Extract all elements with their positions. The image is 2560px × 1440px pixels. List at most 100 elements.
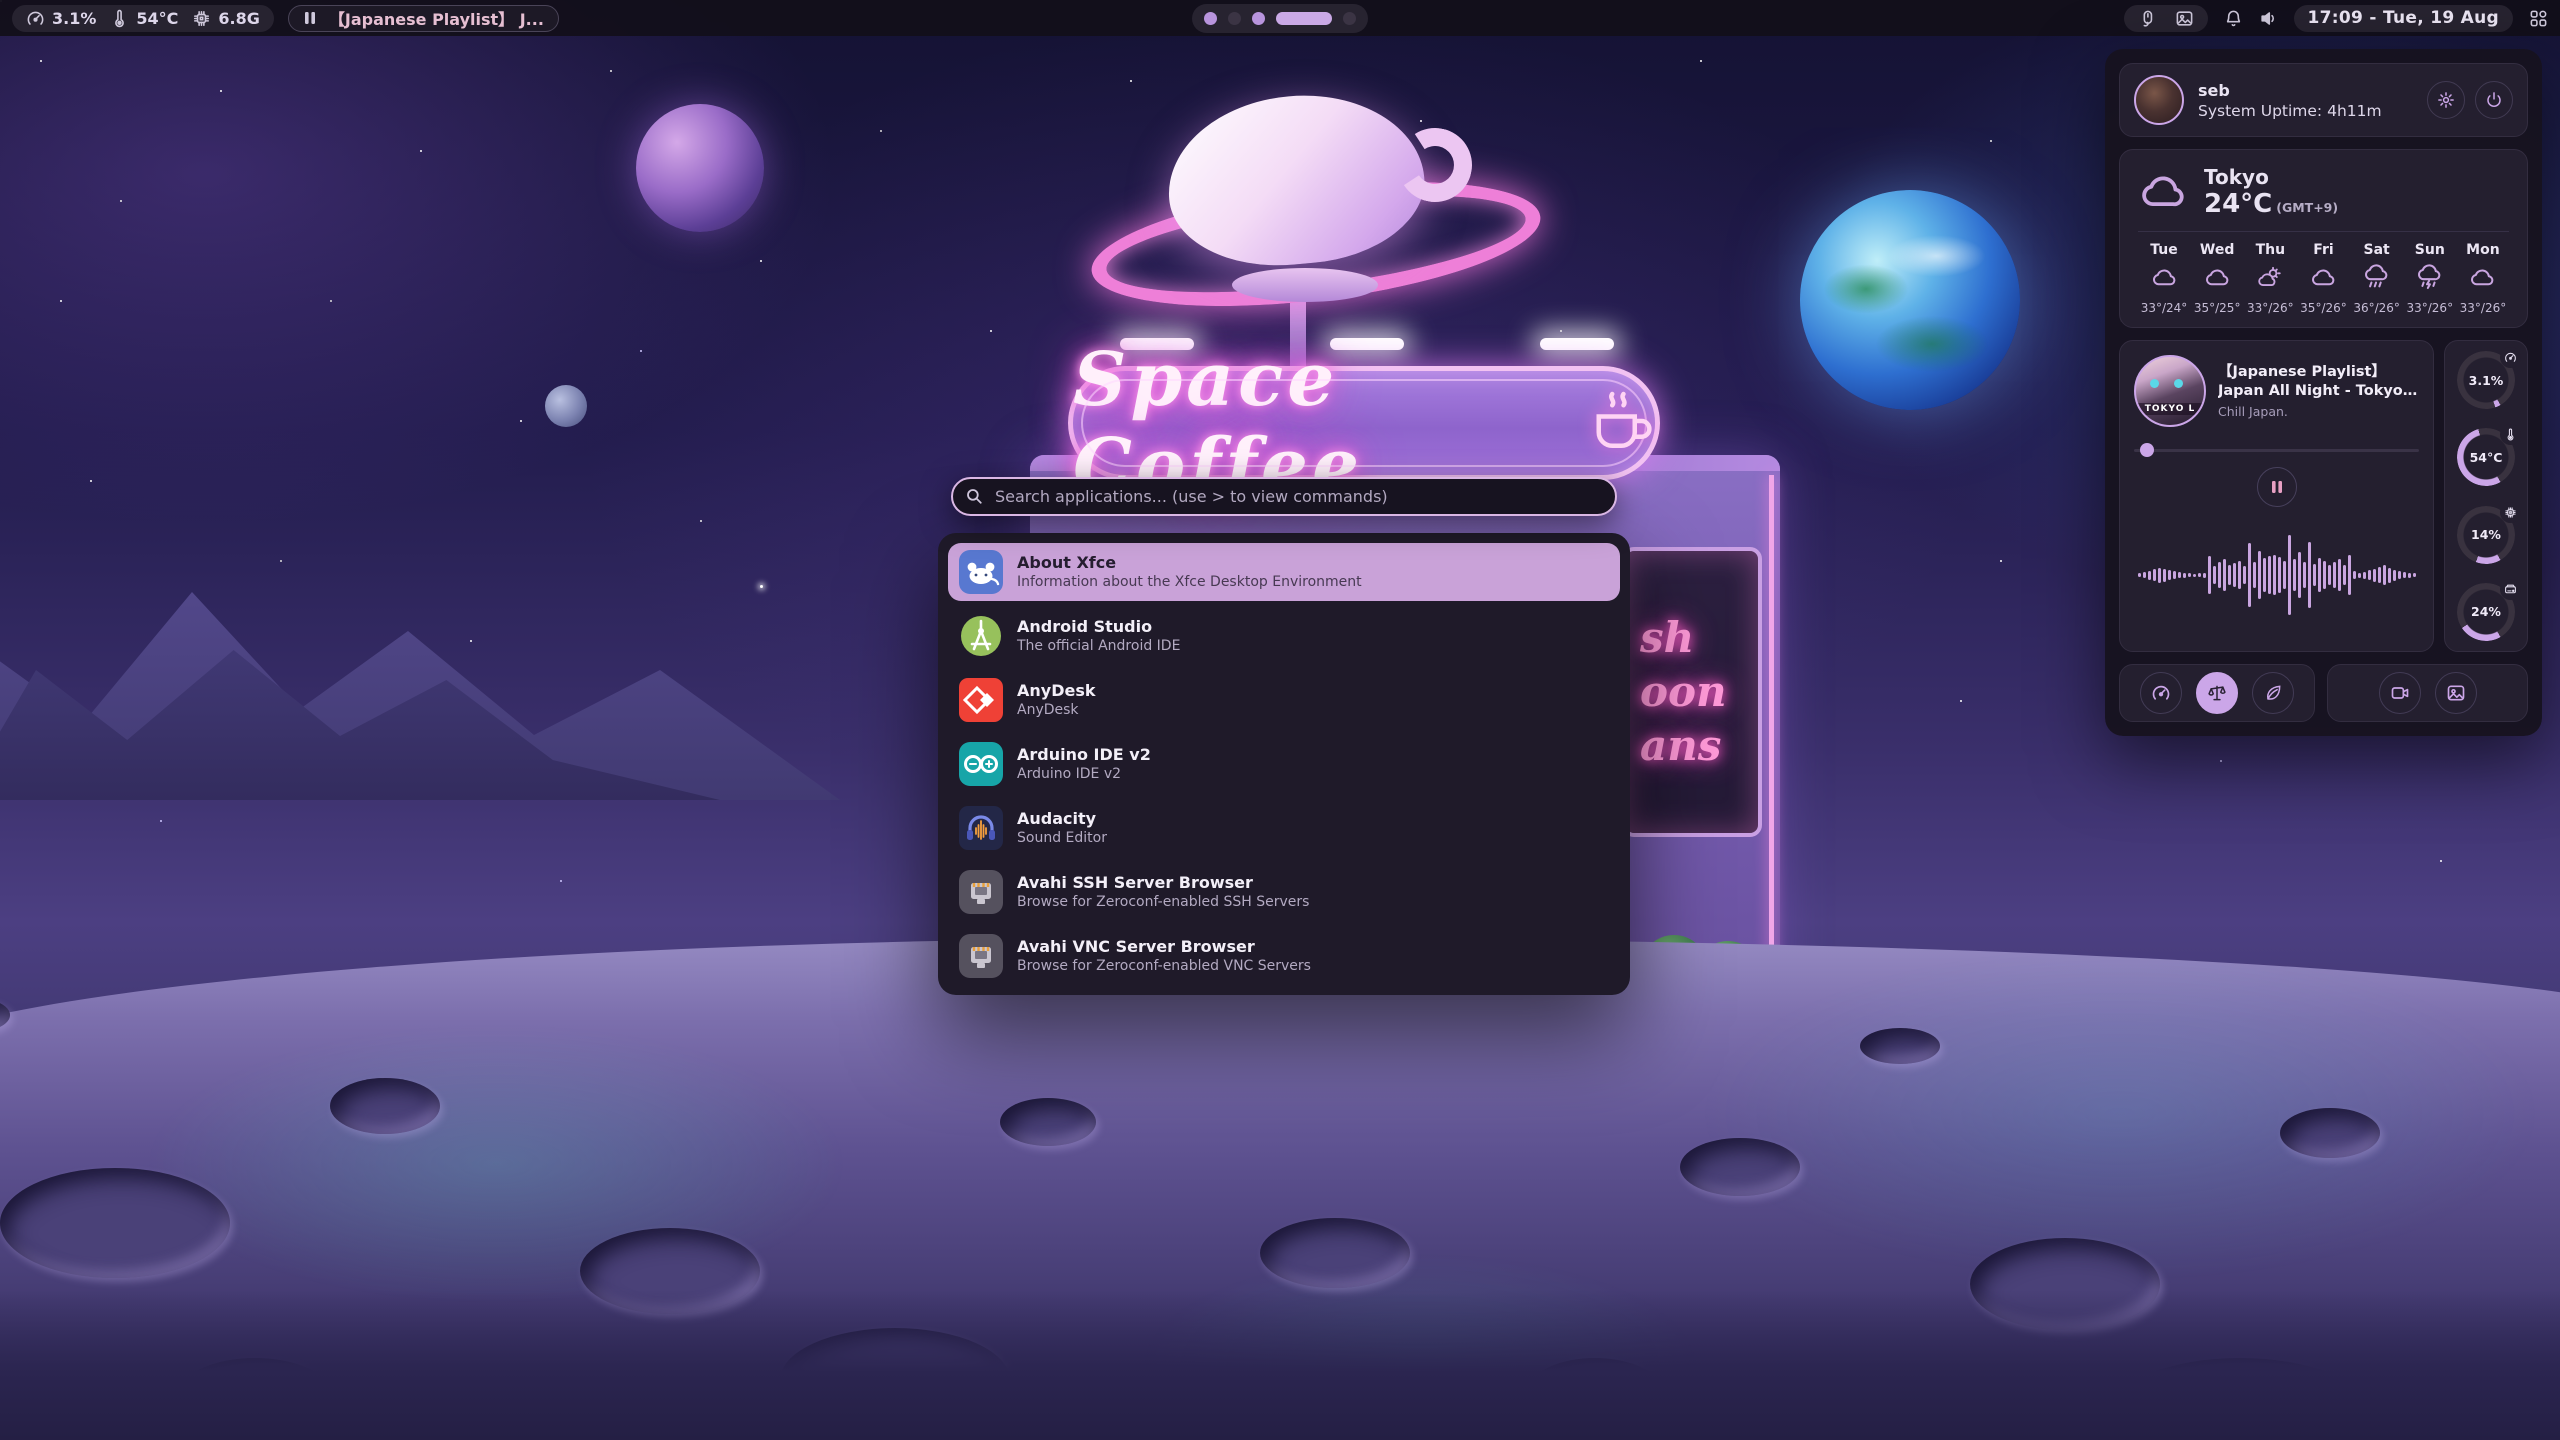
arduino-icon (959, 742, 1003, 786)
workspace-dot[interactable] (1276, 12, 1332, 25)
forecast-temps: 33°/26° (2460, 301, 2507, 315)
network-icon (959, 870, 1003, 914)
visualizer-bar (2388, 568, 2391, 583)
visualizer-bar (2333, 562, 2336, 588)
app-result-row[interactable]: Avahi VNC Server Browser Browse for Zero… (948, 927, 1620, 985)
video-icon[interactable] (2379, 672, 2421, 714)
settings-gear-button[interactable] (2427, 81, 2465, 119)
search-input[interactable] (951, 477, 1617, 516)
crater (2280, 1108, 2380, 1158)
visualizer-bar (2383, 565, 2386, 585)
app-result-row[interactable]: AnyDesk AnyDesk (948, 671, 1620, 729)
visualizer-bar (2278, 557, 2281, 593)
visualizer-bar (2153, 569, 2156, 581)
visualizer-bar (2408, 573, 2411, 578)
app-result-row[interactable]: About Xfce Information about the Xfce De… (948, 543, 1620, 601)
app-grid-icon[interactable] (2529, 9, 2548, 28)
clock[interactable]: 17:09 - Tue, 19 Aug (2294, 5, 2513, 32)
crater (1260, 1218, 1410, 1288)
visualizer-bar (2338, 559, 2341, 591)
cloud-icon (2204, 264, 2231, 295)
scales-icon[interactable] (2196, 672, 2238, 714)
speedometer-icon[interactable] (2140, 672, 2182, 714)
app-result-row[interactable]: Avahi SSH Server Browser Browse for Zero… (948, 863, 1620, 921)
track-artist: Chill Japan. (2218, 404, 2419, 419)
forecast-day-label: Mon (2466, 242, 2500, 258)
visualizer-bar (2168, 570, 2171, 580)
stat-item: 3.1% (26, 9, 96, 28)
visualizer-bar (2378, 567, 2381, 583)
now-playing-widget[interactable]: 【Japanese Playlist】 J... (288, 5, 559, 32)
search-results-list: About Xfce Information about the Xfce De… (938, 533, 1630, 995)
leaf-icon[interactable] (2252, 672, 2294, 714)
cloud-icon (2138, 172, 2188, 214)
bright-star (760, 585, 763, 588)
app-title: Avahi SSH Server Browser (1017, 873, 1309, 892)
thermometer-icon (110, 9, 129, 28)
mouse-icon[interactable] (2138, 9, 2157, 28)
visualizer-bar (2158, 568, 2161, 583)
visualizer-bar (2373, 569, 2376, 582)
crater (1680, 1138, 1800, 1196)
app-result-row[interactable]: Arduino IDE v2 Arduino IDE v2 (948, 735, 1620, 793)
forecast-day-label: Fri (2313, 242, 2333, 258)
app-result-row[interactable]: Android Studio The official Android IDE (948, 607, 1620, 665)
app-title: Audacity (1017, 809, 1107, 828)
forecast-day: Sun 33°/26° (2404, 242, 2456, 315)
visualizer-bar (2173, 571, 2176, 579)
speedometer-icon (2500, 347, 2521, 368)
notifications-bell-icon[interactable] (2224, 9, 2243, 28)
seek-slider[interactable] (2134, 443, 2419, 457)
visualizer-bar (2233, 563, 2236, 587)
earth-planet (1800, 190, 2020, 410)
stat-item: 54°C (110, 9, 178, 28)
visualizer-bar (2198, 573, 2201, 577)
space-coffee-neon-sign: Space Coffee (1068, 366, 1660, 480)
visualizer-bar (2413, 573, 2416, 577)
workspace-dot[interactable] (1204, 12, 1217, 25)
cup-saucer (1232, 268, 1378, 302)
visualizer-bar (2258, 551, 2261, 599)
music-player-card: TOKYO L 【Japanese Playlist】 Japan All Ni… (2119, 340, 2434, 652)
visualizer-bar (2303, 562, 2306, 588)
system-tray (2124, 5, 2208, 32)
photo-icon[interactable] (2175, 9, 2194, 28)
gauge: 14% (2457, 506, 2515, 564)
visualizer-bar (2308, 542, 2311, 608)
app-result-row[interactable]: Audacity Sound Editor (948, 799, 1620, 857)
photo-icon[interactable] (2435, 672, 2477, 714)
app-subtitle: AnyDesk (1017, 702, 1096, 719)
music-progress-knob[interactable] (2140, 443, 2154, 457)
volume-icon[interactable] (2259, 9, 2278, 28)
storm-icon (2416, 264, 2443, 295)
forecast-day: Sat 36°/26° (2351, 242, 2403, 315)
forecast-day: Thu 33°/26° (2244, 242, 2296, 315)
system-stats-widget[interactable]: 3.1% 54°C 6.8G (12, 5, 274, 32)
stat-value: 3.1% (52, 9, 96, 28)
pause-button[interactable] (2257, 467, 2297, 507)
visualizer-bar (2323, 561, 2326, 589)
now-playing-label: 【Japanese Playlist】 J... (329, 6, 544, 30)
power-button[interactable] (2475, 81, 2513, 119)
gauge: 3.1% (2457, 351, 2515, 409)
user-name: seb (2198, 81, 2382, 100)
visualizer-bar (2363, 572, 2366, 579)
visualizer-bar (2298, 552, 2301, 598)
visualizer-bar (2348, 555, 2351, 595)
weather-temperature: 24°C (2204, 189, 2272, 219)
app-subtitle: Arduino IDE v2 (1017, 766, 1151, 783)
workspace-dot[interactable] (1343, 12, 1356, 25)
visualizer-bar (2368, 570, 2371, 580)
shop-window: shoonans (1622, 547, 1762, 837)
forecast-temps: 33°/24° (2141, 301, 2188, 315)
weather-timezone: (GMT+9) (2276, 200, 2338, 215)
clock-text: 17:09 - Tue, 19 Aug (2308, 8, 2499, 28)
visualizer-bar (2403, 572, 2406, 578)
gauge: 24% (2457, 583, 2515, 641)
app-subtitle: Browse for Zeroconf-enabled VNC Servers (1017, 958, 1311, 975)
workspace-dot[interactable] (1252, 12, 1265, 25)
forecast-temps: 36°/26° (2353, 301, 2400, 315)
visualizer-bar (2183, 573, 2186, 578)
chip-icon (2500, 502, 2521, 523)
workspace-dot[interactable] (1228, 12, 1241, 25)
